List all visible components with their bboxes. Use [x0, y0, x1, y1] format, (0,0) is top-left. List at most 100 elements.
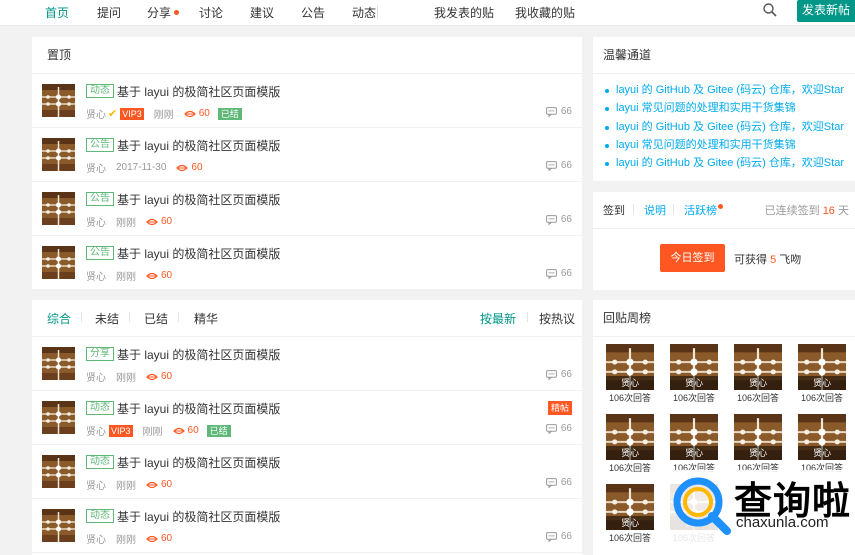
- avatar[interactable]: 贤心: [734, 414, 782, 460]
- rank-user[interactable]: 贤心106次回答: [798, 344, 846, 406]
- category-tag[interactable]: 公告: [86, 192, 114, 206]
- rank-user[interactable]: 贤心106次回答: [606, 484, 654, 546]
- post-row[interactable]: 公告 基于 layui 的极简社区页面模版 贤心 刚刚 60 66: [32, 236, 582, 290]
- nav-item-label: 首页: [45, 6, 70, 20]
- author-name[interactable]: 贤心: [86, 423, 106, 438]
- kiss-reward: 60: [183, 108, 210, 119]
- rank-user[interactable]: 贤心106次回答: [734, 414, 782, 476]
- quick-link[interactable]: layui 的 GitHub 及 Gitee (码云) 仓库，欢迎Star: [603, 118, 844, 136]
- post-row[interactable]: 动态 基于 layui 的极简社区页面模版 贤心 刚刚 60 66: [32, 445, 582, 499]
- search-icon[interactable]: [762, 2, 778, 18]
- avatar[interactable]: [42, 192, 75, 225]
- sort-0[interactable]: 按最新: [480, 310, 516, 327]
- rank-user[interactable]: 贤心106次回答: [606, 344, 654, 406]
- avatar[interactable]: 贤心: [670, 414, 718, 460]
- post-title-link[interactable]: 基于 layui 的极简社区页面模版: [117, 191, 280, 208]
- nav-item-5[interactable]: 公告: [301, 4, 325, 21]
- kiss-icon: [176, 164, 189, 171]
- sign-tab-signin[interactable]: 签到: [603, 202, 625, 218]
- category-tag[interactable]: 动态: [86, 84, 114, 98]
- sign-tab-active-rank[interactable]: 活跃榜: [684, 202, 723, 218]
- post-meta: 贤心 刚刚 60: [86, 477, 172, 492]
- post-new-button[interactable]: 发表新帖: [797, 0, 855, 22]
- category-tag[interactable]: 公告: [86, 246, 114, 260]
- post-title-link[interactable]: 基于 layui 的极简社区页面模版: [117, 454, 280, 471]
- category-tag[interactable]: 动态: [86, 509, 114, 523]
- avatar[interactable]: [42, 138, 75, 171]
- comment-icon: [545, 214, 557, 225]
- post-row[interactable]: 动态 基于 layui 的极简社区页面模版 贤心 VIP3 刚刚 60 已结 精帖 66: [32, 391, 582, 445]
- reply-number: 66: [560, 106, 572, 117]
- post-title-link[interactable]: 基于 layui 的极简社区页面模版: [117, 137, 280, 154]
- quick-link[interactable]: layui 常见问题的处理和实用干货集锦: [603, 99, 844, 117]
- author-name[interactable]: 贤心: [86, 477, 106, 492]
- category-tag[interactable]: 动态: [86, 401, 114, 415]
- post-row[interactable]: 动态 基于 layui 的极简社区页面模版 贤心 ✔ VIP3 刚刚 60 已结 66: [32, 74, 582, 128]
- avatar[interactable]: 贤心: [606, 414, 654, 460]
- category-tag[interactable]: 动态: [86, 455, 114, 469]
- rank-user[interactable]: 贤心106次回答: [606, 414, 654, 476]
- filter-2[interactable]: 已结: [144, 310, 168, 327]
- avatar[interactable]: [42, 401, 75, 434]
- nav-item-7[interactable]: 我发表的贴: [434, 4, 494, 21]
- avatar[interactable]: [42, 84, 75, 117]
- avatar[interactable]: 贤心: [670, 344, 718, 390]
- post-title-link[interactable]: 基于 layui 的极简社区页面模版: [117, 346, 280, 363]
- rank-user[interactable]: 贤心106次回答: [734, 344, 782, 406]
- daily-sign-button[interactable]: 今日签到: [660, 244, 725, 272]
- rank-user[interactable]: 贤心106次回答: [798, 414, 846, 476]
- author-name[interactable]: 贤心: [86, 106, 106, 121]
- post-meta: 贤心 VIP3 刚刚 60 已结: [86, 423, 231, 438]
- filter-3[interactable]: 精华: [194, 310, 218, 327]
- quick-link[interactable]: layui 的 GitHub 及 Gitee (码云) 仓库，欢迎Star: [603, 154, 844, 172]
- comment-icon: [545, 160, 557, 171]
- quick-link[interactable]: layui 的 GitHub 及 Gitee (码云) 仓库，欢迎Star: [603, 81, 844, 99]
- nav-item-1[interactable]: 提问: [97, 4, 121, 21]
- post-title-link[interactable]: 基于 layui 的极简社区页面模版: [117, 83, 280, 100]
- nav-item-0[interactable]: 首页: [45, 4, 69, 21]
- filter-0[interactable]: 综合: [47, 310, 71, 327]
- post-title-link[interactable]: 基于 layui 的极简社区页面模版: [117, 508, 280, 525]
- nav-item-6[interactable]: 动态: [352, 4, 376, 21]
- nav-item-8[interactable]: 我收藏的贴: [515, 4, 575, 21]
- post-meta: 贤心 2017-11-30 60: [86, 160, 203, 175]
- nav-item-2[interactable]: 分享: [147, 4, 180, 21]
- avatar[interactable]: 贤心: [606, 344, 654, 390]
- sign-streak: 已连续签到 16 天: [764, 205, 849, 217]
- post-meta: 贤心 刚刚 60: [86, 369, 172, 384]
- author-name[interactable]: 贤心: [86, 214, 106, 229]
- links-panel: 温馨通道 layui 的 GitHub 及 Gitee (码云) 仓库，欢迎St…: [593, 37, 855, 181]
- reply-number: 66: [560, 214, 572, 225]
- avatar[interactable]: [42, 246, 75, 279]
- nav-item-3[interactable]: 讨论: [199, 4, 223, 21]
- avatar[interactable]: 贤心: [798, 344, 846, 390]
- post-row[interactable]: 公告 基于 layui 的极简社区页面模版 贤心 2017-11-30 60 66: [32, 128, 582, 182]
- author-name[interactable]: 贤心: [86, 268, 106, 283]
- rank-user-name: 贤心: [606, 446, 654, 460]
- sort-1[interactable]: 按热议: [539, 310, 575, 327]
- category-tag[interactable]: 分享: [86, 347, 114, 361]
- avatar[interactable]: 贤心: [798, 414, 846, 460]
- quick-link[interactable]: layui 常见问题的处理和实用干货集锦: [603, 136, 844, 154]
- avatar[interactable]: [42, 347, 75, 380]
- avatar[interactable]: 贤心: [606, 484, 654, 530]
- filter-1[interactable]: 未结: [95, 310, 119, 327]
- avatar[interactable]: 贤心: [734, 344, 782, 390]
- nav-item-4[interactable]: 建议: [250, 4, 274, 21]
- author-name[interactable]: 贤心: [86, 369, 106, 384]
- post-row[interactable]: 动态 基于 layui 的极简社区页面模版 贤心 刚刚 60 66: [32, 499, 582, 553]
- avatar[interactable]: [42, 509, 75, 542]
- author-name[interactable]: 贤心: [86, 160, 106, 175]
- post-row[interactable]: 公告 基于 layui 的极简社区页面模版 贤心 刚刚 60 66: [32, 182, 582, 236]
- rank-user-name: 贤心: [734, 446, 782, 460]
- post-row[interactable]: 分享 基于 layui 的极简社区页面模版 贤心 刚刚 60 66: [32, 337, 582, 391]
- sign-reward: 可获得 5 飞吻: [734, 254, 802, 266]
- post-title-link[interactable]: 基于 layui 的极简社区页面模版: [117, 245, 280, 262]
- author-name[interactable]: 贤心: [86, 531, 106, 546]
- post-title-link[interactable]: 基于 layui 的极简社区页面模版: [117, 400, 280, 417]
- category-tag[interactable]: 公告: [86, 138, 114, 152]
- rank-user[interactable]: 贤心106次回答: [670, 344, 718, 406]
- rank-user[interactable]: 贤心106次回答: [670, 414, 718, 476]
- avatar[interactable]: [42, 455, 75, 488]
- sign-tab-info[interactable]: 说明: [644, 202, 666, 218]
